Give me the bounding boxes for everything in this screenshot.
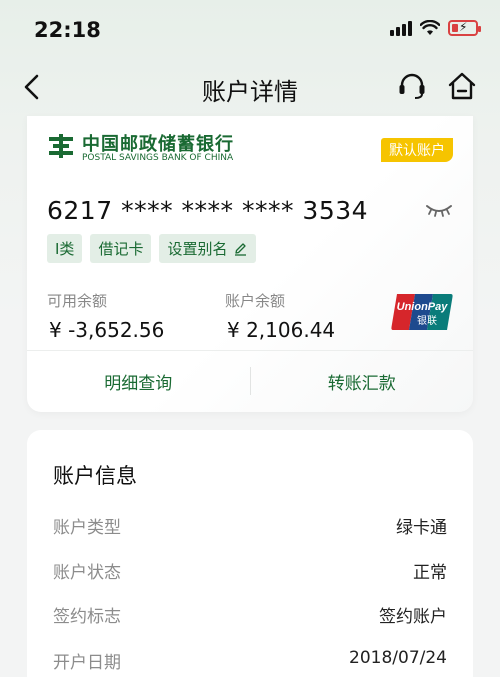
- info-row-contract-flag: 签约标志 签约账户: [53, 602, 447, 627]
- transfer-button[interactable]: 转账汇款: [251, 351, 474, 412]
- card-number: 6217 **** **** **** 3534: [47, 196, 369, 225]
- svg-text:UnionPay: UnionPay: [397, 301, 449, 313]
- edit-pencil-icon: [235, 243, 247, 256]
- info-label: 账户类型: [53, 518, 121, 538]
- account-info-card: 账户信息 账户类型 绿卡通 账户状态 正常 签约标志 签约账户 开户日期 201…: [27, 430, 473, 677]
- info-value: 2018/07/24: [349, 648, 447, 668]
- cellular-signal-icon: [390, 20, 412, 36]
- home-icon[interactable]: [446, 70, 478, 102]
- hide-eye-icon[interactable]: [425, 200, 453, 218]
- card-tags: I类 借记卡 设置别名: [47, 234, 257, 263]
- account-balance-label: 账户余额: [225, 292, 286, 310]
- nav-bar: 账户详情: [0, 60, 500, 116]
- available-balance-label: 可用余额: [47, 292, 108, 310]
- default-account-badge: 默认账户: [381, 138, 453, 162]
- set-alias-button[interactable]: 设置别名: [159, 234, 257, 263]
- transaction-details-button[interactable]: 明细查询: [27, 351, 250, 412]
- battery-icon: ⚡: [448, 20, 481, 36]
- status-bar: 22:18 ⚡: [0, 0, 500, 56]
- status-time: 22:18: [34, 18, 101, 42]
- account-info-title: 账户信息: [53, 464, 137, 488]
- svg-text:银联: 银联: [417, 314, 437, 327]
- psbc-logo-icon: [49, 134, 73, 158]
- info-label: 账户状态: [53, 563, 121, 583]
- info-value: 绿卡通: [396, 518, 447, 538]
- info-row-account-type: 账户类型 绿卡通: [53, 513, 447, 538]
- account-balance-value: ¥ 2,106.44: [227, 318, 336, 342]
- available-balance-value: ¥ -3,652.56: [49, 318, 165, 342]
- info-value: 签约账户: [379, 607, 447, 627]
- info-value: 正常: [413, 563, 447, 583]
- card-actions: 明细查询 转账汇款: [27, 351, 473, 412]
- info-label: 开户日期: [53, 653, 121, 673]
- bank-name-english: POSTAL SAVINGS BANK OF CHINA: [82, 153, 234, 163]
- status-icons: ⚡: [390, 20, 481, 36]
- bank-card: 中国邮政储蓄银行 POSTAL SAVINGS BANK OF CHINA 默认…: [27, 116, 473, 412]
- info-row-account-status: 账户状态 正常: [53, 558, 447, 583]
- tag-account-class: I类: [47, 234, 83, 263]
- info-row-open-date: 开户日期 2018/07/24: [53, 648, 447, 673]
- unionpay-logo: UnionPay 银联: [391, 294, 453, 330]
- wifi-icon: [420, 20, 440, 35]
- tag-card-type: 借记卡: [90, 234, 152, 263]
- info-label: 签约标志: [53, 607, 121, 627]
- customer-service-icon[interactable]: [396, 70, 428, 102]
